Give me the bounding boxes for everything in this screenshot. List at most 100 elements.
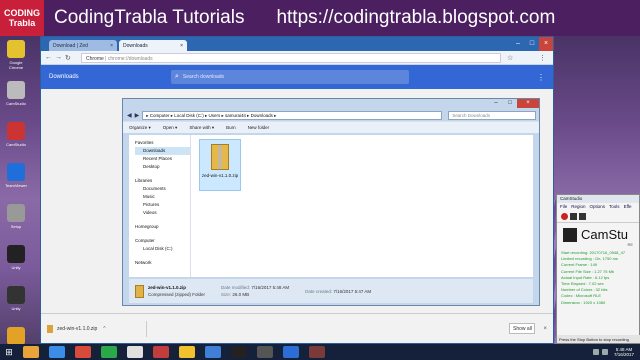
search-input[interactable] — [182, 74, 383, 80]
camstudio-menu: File Region Options Tools Effe — [557, 203, 639, 211]
camstudio-header: CamStu — [557, 223, 639, 242]
camstudio-menu-item[interactable]: Tools — [609, 204, 620, 210]
zip-folder-icon — [211, 144, 229, 170]
tab-label: Download | Zed — [53, 43, 88, 49]
banner-logo-line1: CODING — [4, 8, 40, 18]
zip-folder-icon — [135, 284, 144, 298]
close-icon[interactable]: × — [180, 43, 183, 49]
camstudio-menu-item[interactable]: Region — [571, 204, 585, 210]
desktop-icon[interactable]: Setup — [2, 204, 30, 242]
nav-item[interactable]: Pictures — [135, 201, 190, 209]
taskbar-app-icon[interactable] — [205, 346, 221, 358]
volume-icon[interactable] — [601, 349, 608, 355]
size-label: Size: — [221, 292, 232, 297]
explorer-body: Favorites Downloads Recent Places Desktop Li… — [129, 135, 533, 277]
nav-item[interactable]: Homegroup — [135, 223, 190, 231]
forward-icon[interactable]: → — [55, 54, 65, 61]
nav-item[interactable]: Music — [135, 193, 190, 201]
back-icon[interactable]: ← — [45, 54, 55, 61]
share-with-button[interactable]: Share with ▾ — [189, 125, 214, 131]
nav-item[interactable]: Network — [135, 259, 190, 267]
desktop-icons: Google Chrome CamStudio CamStudio TeamViewe… — [2, 40, 30, 360]
desktop-icon[interactable]: TeamViewer — [2, 163, 30, 201]
camstudio-menu-item[interactable]: File — [560, 204, 567, 210]
search-icon: ⌕ — [175, 73, 179, 80]
record-icon[interactable] — [561, 213, 568, 220]
camstudio-menu-item[interactable]: Options — [590, 204, 606, 210]
app-icon — [7, 204, 25, 222]
nav-item[interactable]: Libraries — [135, 177, 190, 185]
nav-item[interactable]: Local Disk (C:) — [135, 245, 190, 253]
star-icon[interactable]: ☆ — [507, 54, 517, 62]
stop-icon[interactable] — [579, 213, 586, 220]
omnibox[interactable]: Chrome | chrome://downloads — [81, 52, 501, 63]
camstudio-toolbar — [557, 211, 639, 223]
taskbar-app-icon[interactable] — [127, 346, 143, 358]
close-window-icon[interactable]: × — [539, 37, 553, 51]
file-name: zed-win-v1.1.0.zip — [201, 173, 239, 178]
taskbar-app-icon[interactable] — [283, 346, 299, 358]
new-folder-button[interactable]: New folder — [248, 125, 270, 130]
chrome-menu-icon[interactable]: ⋮ — [539, 54, 549, 62]
app-icon — [7, 81, 25, 99]
organize-button[interactable]: Organize ▾ — [129, 125, 151, 131]
start-button[interactable]: ⊞ — [0, 344, 18, 360]
maximize-icon[interactable]: □ — [525, 37, 539, 51]
close-shelf-icon[interactable]: × — [543, 326, 547, 332]
taskbar-app-icon[interactable] — [101, 346, 117, 358]
camstudio-menu-item[interactable]: Effe — [624, 204, 632, 210]
desktop-icon[interactable]: Unity — [2, 245, 30, 283]
desktop-icon[interactable]: Google Chrome — [2, 40, 30, 78]
desktop-icon-label: CamStudio — [6, 142, 26, 147]
back-icon[interactable]: ◀ — [127, 112, 132, 119]
forward-icon[interactable]: ▶ — [135, 112, 140, 119]
maximize-icon[interactable]: □ — [503, 99, 517, 108]
close-icon[interactable]: × — [110, 43, 113, 49]
show-all-button[interactable]: Show all — [509, 323, 536, 334]
modified-value: 7/16/2017 5:48 AM — [251, 285, 290, 290]
minimize-icon[interactable]: – — [489, 99, 503, 108]
omnibox-scheme: Chrome — [86, 55, 104, 62]
network-icon[interactable] — [592, 349, 599, 355]
nav-item[interactable]: Documents — [135, 185, 190, 193]
taskbar-app-icon[interactable] — [309, 346, 325, 358]
nav-item[interactable]: Downloads — [135, 147, 190, 155]
close-icon[interactable]: × — [517, 99, 539, 108]
shelf-filename: zed-win-v1.1.0.zip — [57, 325, 98, 332]
nav-item[interactable]: Recent Places — [135, 155, 190, 163]
page-title: Downloads — [49, 74, 79, 80]
nav-item[interactable]: Computer — [135, 237, 190, 245]
taskbar-app-icon[interactable] — [23, 346, 39, 358]
nav-item[interactable]: Desktop — [135, 163, 190, 171]
nav-item[interactable]: Videos — [135, 209, 190, 217]
open-button[interactable]: Open ▾ — [163, 125, 178, 131]
downloads-search[interactable]: ⌕ — [171, 70, 409, 84]
burn-button[interactable]: Burn — [226, 125, 236, 130]
app-icon — [7, 245, 25, 263]
pause-icon[interactable] — [570, 213, 577, 220]
breadcrumb[interactable]: ▸ Computer ▸ Local Disk (C:) ▸ Users ▸ s… — [142, 110, 443, 120]
clock[interactable]: 5:48 AM 7/16/2017 — [614, 347, 634, 357]
taskbar-app-icon[interactable] — [257, 346, 273, 358]
shelf-download-item[interactable]: zed-win-v1.1.0.zip ^ — [47, 320, 147, 337]
chevron-up-icon[interactable]: ^ — [103, 326, 105, 332]
reload-icon[interactable]: ↻ — [65, 54, 75, 62]
desktop-icon[interactable]: Unity — [2, 286, 30, 324]
taskbar-app-icon[interactable] — [153, 346, 169, 358]
taskbar-app-icon[interactable] — [75, 346, 91, 358]
tab-downloads[interactable]: Downloads × — [119, 40, 187, 51]
nav-item[interactable]: Favorites — [135, 139, 190, 147]
minimize-icon[interactable]: – — [511, 37, 525, 51]
zip-file-icon — [47, 324, 53, 333]
explorer-search-input[interactable]: Search Downloads — [448, 110, 537, 120]
more-menu-icon[interactable]: ⋮ — [537, 73, 545, 82]
taskbar-app-icon[interactable] — [179, 346, 195, 358]
desktop-icon[interactable]: CamStudio — [2, 122, 30, 160]
taskbar-app-icon[interactable] — [49, 346, 65, 358]
tab-download-zed[interactable]: Download | Zed × — [49, 40, 117, 51]
details-meta-col: Date modified: 7/16/2017 5:48 AM Size: 2… — [221, 284, 289, 298]
desktop-icon[interactable]: CamStudio — [2, 81, 30, 119]
taskbar-app-icon[interactable] — [231, 346, 247, 358]
app-icon — [7, 122, 25, 140]
file-item-zip[interactable]: zed-win-v1.1.0.zip — [199, 139, 241, 191]
